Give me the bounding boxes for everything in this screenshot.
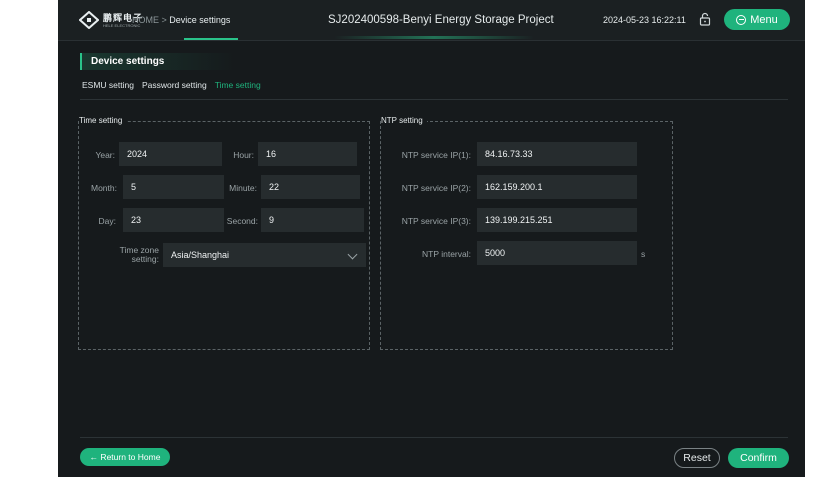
ntp-ip3-label: NTP service IP(3):	[401, 216, 471, 226]
project-title-glow	[334, 36, 534, 39]
ntp-ip2-label: NTP service IP(2):	[401, 183, 471, 193]
device-settings-screen: 鹏辉电子 HELE ELECTRONIC HOME > Device setti…	[58, 0, 805, 477]
timezone-select[interactable]: Asia/Shanghai	[163, 243, 366, 267]
ntp-setting-panel: NTP setting NTP service IP(1): 84.16.73.…	[380, 116, 673, 350]
ntp-ip1-input[interactable]: 84.16.73.33	[477, 142, 637, 166]
menu-button[interactable]: Menu	[724, 9, 790, 30]
section-title: Device settings	[80, 53, 164, 70]
ntp-ip1-label: NTP service IP(1):	[401, 150, 471, 160]
breadcrumb: HOME > Device settings	[132, 15, 230, 25]
breadcrumb-separator: >	[161, 15, 167, 25]
tab-esmu-setting[interactable]: ESMU setting	[82, 80, 134, 90]
minute-label: Minute:	[229, 183, 257, 193]
project-title: SJ202400598-Benyi Energy Storage Project	[328, 14, 554, 26]
breadcrumb-current: Device settings	[169, 15, 231, 25]
confirm-button[interactable]: Confirm	[728, 448, 789, 468]
ntp-interval-label: NTP interval:	[422, 249, 471, 259]
reset-button[interactable]: Reset	[674, 448, 720, 468]
top-bar: 鹏辉电子 HELE ELECTRONIC HOME > Device setti…	[58, 0, 805, 41]
settings-tabs: ESMU setting Password setting Time setti…	[82, 80, 261, 90]
ntp-ip3-input[interactable]: 139.199.215.251	[477, 208, 637, 232]
lock-icon[interactable]	[698, 12, 712, 26]
timezone-label: Time zone setting:	[109, 246, 159, 264]
ntp-ip2-input[interactable]: 162.159.200.1	[477, 175, 637, 199]
timezone-value: Asia/Shanghai	[171, 250, 230, 260]
breadcrumb-underline	[184, 38, 238, 40]
return-home-button[interactable]: ← Return to Home	[80, 448, 170, 466]
logo-icon	[79, 11, 99, 29]
day-label: Day:	[98, 216, 116, 226]
tabs-divider	[80, 99, 788, 100]
tab-time-setting[interactable]: Time setting	[215, 80, 261, 90]
menu-label: Menu	[750, 13, 778, 26]
menu-icon	[736, 14, 747, 25]
minute-input[interactable]: 22	[261, 175, 360, 199]
hour-input[interactable]: 16	[258, 142, 357, 166]
ntp-interval-input[interactable]: 5000	[477, 241, 637, 265]
second-label: Second:	[226, 216, 258, 226]
ntp-interval-unit: s	[641, 249, 646, 259]
hour-label: Hour:	[233, 150, 254, 160]
time-setting-title: Time setting	[79, 116, 127, 125]
current-datetime: 2024-05-23 16:22:11	[603, 15, 686, 25]
breadcrumb-home[interactable]: HOME	[132, 15, 159, 25]
day-input[interactable]: 23	[123, 208, 224, 232]
month-input[interactable]: 5	[123, 175, 224, 199]
ntp-setting-title: NTP setting	[381, 116, 427, 125]
footer-divider	[80, 437, 788, 438]
chevron-down-icon	[347, 249, 358, 260]
year-label: Year:	[95, 150, 115, 160]
timezone-label-line2: setting:	[131, 254, 159, 264]
time-setting-panel: Time setting Year: 2024 Hour: 16 Month: …	[78, 116, 370, 350]
second-input[interactable]: 9	[261, 208, 364, 232]
month-label: Month:	[91, 183, 117, 193]
tab-password-setting[interactable]: Password setting	[142, 80, 207, 90]
year-input[interactable]: 2024	[119, 142, 222, 166]
